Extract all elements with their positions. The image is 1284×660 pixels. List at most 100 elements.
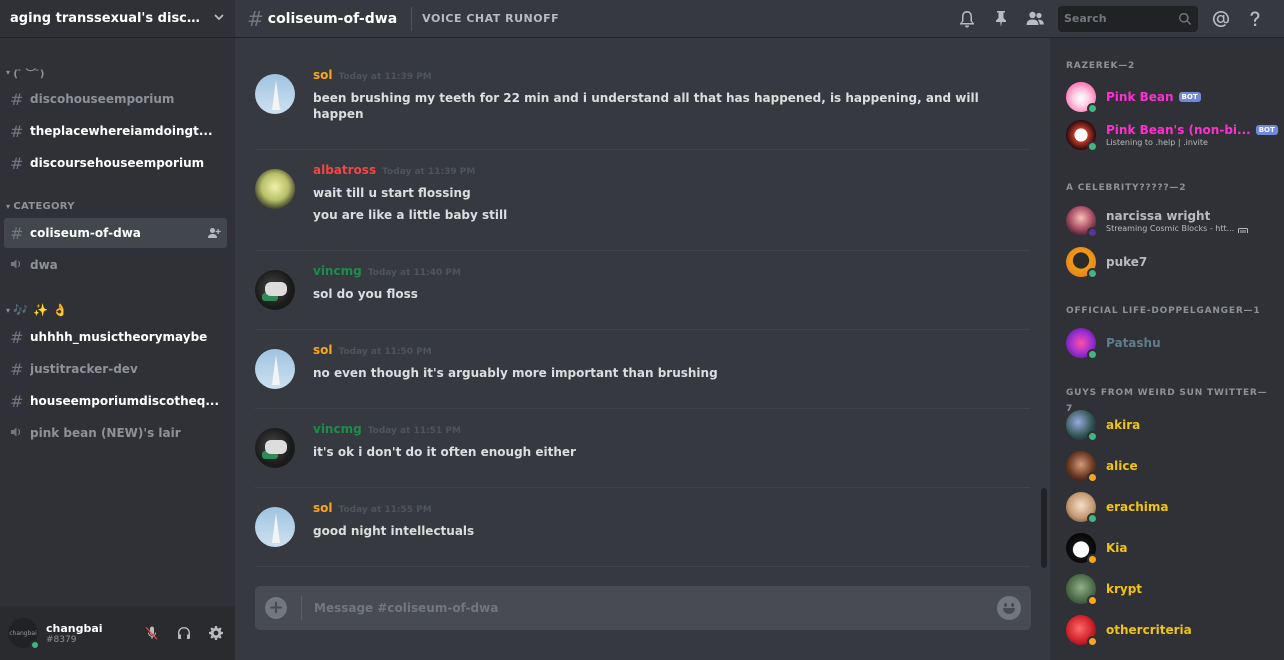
member-group-header: GUYS FROM WEIRD SUN TWITTER—7	[1066, 388, 1268, 414]
channel-uhhhh-musictheorymaybe[interactable]: # uhhhh_musictheorymaybe	[4, 322, 227, 352]
headphones-icon[interactable]	[173, 622, 195, 644]
bell-icon[interactable]	[956, 8, 978, 30]
message-text: been brushing my teeth for 22 min and i …	[313, 91, 979, 121]
avatar[interactable]	[255, 428, 295, 468]
message-timestamp: Today at 11:39 PM	[382, 167, 476, 177]
message-author[interactable]: albatross	[313, 163, 376, 177]
member-item[interactable]: Pink Bean's (non-bi... BOT Listening to …	[1066, 116, 1280, 154]
message-group: vincmg Today at 11:40 PM sol do you flos…	[255, 264, 1030, 330]
chevron-down-icon	[213, 11, 225, 26]
message-text: good night intellectuals	[313, 524, 475, 538]
member-item[interactable]: puke7	[1066, 243, 1280, 281]
status-online-indicator	[1087, 513, 1098, 524]
message-input[interactable]	[314, 601, 997, 615]
message-group: albatross Today at 11:39 PM wait till u …	[255, 163, 1030, 251]
channel-topic[interactable]: VOICE CHAT RUNOFF	[422, 12, 559, 25]
search-icon	[1179, 12, 1192, 25]
member-name: Kia	[1106, 541, 1128, 555]
chevron-down-icon: ▾	[6, 67, 11, 77]
member-item[interactable]: erachima	[1066, 488, 1280, 526]
member-name: othercriteria	[1106, 623, 1192, 637]
hash-icon: #	[10, 223, 24, 243]
status-online-indicator	[1087, 103, 1098, 114]
avatar[interactable]	[255, 270, 295, 310]
channel-coliseum-of-dwa[interactable]: # coliseum-of-dwa	[4, 218, 227, 248]
avatar[interactable]	[255, 74, 295, 114]
avatar[interactable]: changbai	[8, 618, 40, 650]
avatar[interactable]	[255, 169, 295, 209]
channel-discoursehouseemporium[interactable]: # discoursehouseemporium	[4, 148, 227, 178]
message-author[interactable]: sol	[313, 501, 333, 515]
hash-icon: #	[10, 121, 24, 141]
member-name: Patashu	[1106, 336, 1161, 350]
channel-voice-dwa[interactable]: dwa	[4, 250, 227, 280]
message-timestamp: Today at 11:39 PM	[338, 72, 432, 82]
message-text: sol do you floss	[313, 287, 418, 301]
status-idle-indicator	[1087, 595, 1098, 606]
member-item[interactable]: Pink Bean BOT	[1066, 78, 1280, 116]
status-idle-indicator	[1087, 554, 1098, 565]
channel-sidebar: ▾ ( ̄ ︶ ̄) # discohouseemporium # thepla…	[0, 38, 235, 606]
message-timestamp: Today at 11:55 PM	[338, 505, 432, 515]
hash-icon: #	[10, 327, 24, 347]
category-header[interactable]: ▾ CATEGORY	[0, 196, 235, 216]
channel-voice-pink-bean-lair[interactable]: pink bean (NEW)'s lair	[4, 418, 227, 448]
rich-presence-icon[interactable]	[1238, 223, 1249, 233]
message-timestamp: Today at 11:51 PM	[367, 426, 461, 436]
settings-gear-icon[interactable]	[205, 622, 227, 644]
category-header[interactable]: ▾ 🎶 ✨ 👌	[0, 300, 235, 320]
status-online-indicator	[1087, 141, 1098, 152]
hash-icon: #	[10, 391, 24, 411]
avatar[interactable]	[255, 349, 295, 389]
status-idle-indicator	[1087, 636, 1098, 647]
message-author[interactable]: vincmg	[313, 422, 362, 436]
username: changbai	[46, 621, 103, 635]
bot-badge: BOT	[1255, 125, 1278, 135]
member-item[interactable]: Kia	[1066, 529, 1280, 567]
message-author[interactable]: sol	[313, 68, 333, 82]
message-text: wait till u start flossing	[313, 186, 471, 200]
member-item[interactable]: alice	[1066, 447, 1280, 485]
member-name: narcissa wright	[1106, 209, 1211, 223]
message-author[interactable]: sol	[313, 343, 333, 357]
user-discriminator: #8379	[46, 634, 77, 645]
category-header[interactable]: ▾ ( ̄ ︶ ̄)	[0, 62, 235, 82]
search-box[interactable]	[1058, 5, 1198, 32]
microphone-muted-icon[interactable]	[141, 622, 163, 644]
pin-icon[interactable]	[990, 8, 1012, 30]
avatar	[1066, 451, 1098, 483]
chevron-down-icon: ▾	[6, 305, 11, 315]
member-item[interactable]: narcissa wright Streaming Cosmic Blocks …	[1066, 202, 1280, 240]
message-group: vincmg Today at 11:51 PM it's ok i don't…	[255, 422, 1030, 488]
mentions-icon[interactable]	[1210, 8, 1232, 30]
member-item[interactable]: Patashu	[1066, 324, 1280, 362]
chat-scrollbar[interactable]	[1041, 488, 1047, 568]
message-timestamp: Today at 11:40 PM	[367, 268, 461, 278]
avatar	[1066, 82, 1098, 114]
speaker-icon	[10, 426, 26, 441]
avatar	[1066, 206, 1098, 238]
member-item[interactable]: akira	[1066, 406, 1280, 444]
channel-theplacewhereiamdoingt[interactable]: # theplacewhereiamdoingt...	[4, 116, 227, 146]
member-group-header: A CELEBRITY?????—2	[1066, 183, 1187, 193]
member-activity: Listening to .help | .invite	[1106, 138, 1208, 147]
topic-divider	[411, 6, 413, 31]
channel-houseemporiumdiscotheq[interactable]: # houseemporiumdiscotheq...	[4, 386, 227, 416]
search-input[interactable]	[1064, 12, 1178, 25]
message-group: sol Today at 11:39 PM been brushing my t…	[255, 68, 1030, 150]
members-list-icon[interactable]	[1024, 8, 1046, 30]
channel-justitracker-dev[interactable]: # justitracker-dev	[4, 354, 227, 384]
channel-discohouseemporium[interactable]: # discohouseemporium	[4, 84, 227, 114]
avatar[interactable]	[255, 507, 295, 547]
upload-plus-icon[interactable]: +	[265, 597, 287, 619]
server-header[interactable]: aging transsexual's disco ...	[0, 0, 235, 38]
avatar	[1066, 574, 1098, 606]
avatar	[1066, 533, 1098, 565]
hash-icon: #	[10, 153, 24, 173]
create-invite-icon[interactable]	[207, 226, 221, 240]
message-author[interactable]: vincmg	[313, 264, 362, 278]
member-item[interactable]: krypt	[1066, 570, 1280, 608]
emoji-picker-icon[interactable]	[997, 596, 1021, 620]
member-item[interactable]: othercriteria	[1066, 611, 1280, 649]
help-icon[interactable]	[1244, 8, 1266, 30]
